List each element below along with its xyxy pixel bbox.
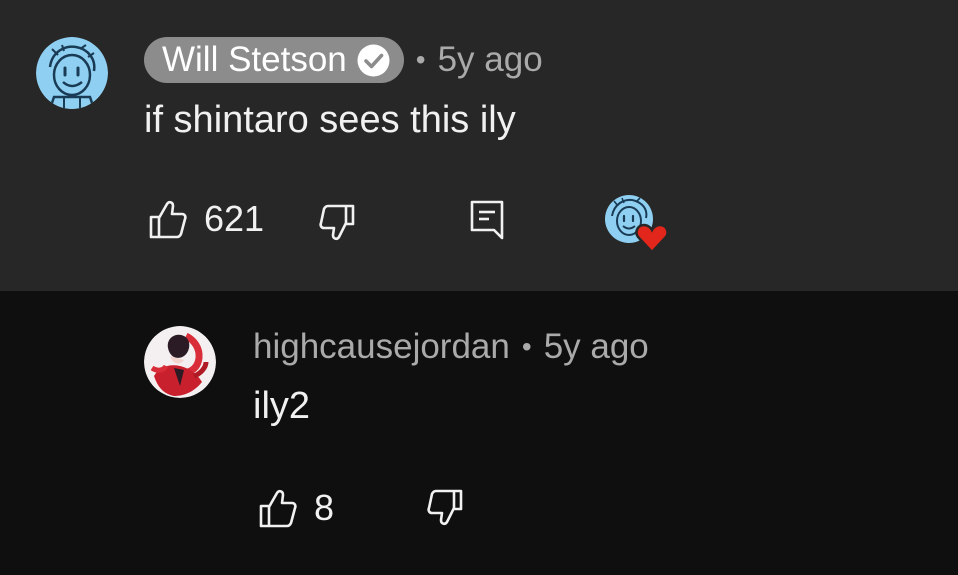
reply-comment: highcausejordan • 5y ago ily2 8	[0, 291, 958, 575]
reply-comment-avatar[interactable]	[144, 326, 216, 398]
author-chip[interactable]: Will Stetson	[144, 37, 404, 83]
reply-comment-icon	[470, 200, 504, 240]
separator-dot: •	[521, 331, 532, 362]
top-comment-avatar[interactable]	[36, 37, 108, 109]
dislike-button[interactable]	[318, 203, 356, 241]
check-circle-icon	[357, 44, 390, 77]
thumb-up-icon	[149, 200, 187, 239]
top-comment-header: Will Stetson • 5y ago	[144, 37, 543, 83]
hearted-by-creator-icon	[605, 195, 669, 254]
separator-dot: •	[415, 44, 426, 75]
reply-comment-header: highcausejordan • 5y ago	[253, 327, 649, 367]
comment-thread: Will Stetson • 5y ago if shintaro sees t…	[0, 0, 958, 575]
like-count: 621	[204, 198, 265, 239]
reply-like-count: 8	[314, 487, 335, 528]
comment-timestamp: 5y ago	[437, 40, 543, 79]
thumb-down-icon	[319, 204, 355, 241]
reply-button[interactable]	[470, 200, 504, 240]
reply-timestamp: 5y ago	[543, 327, 649, 366]
anime-character-avatar-icon	[144, 326, 216, 398]
thumb-down-icon	[427, 489, 463, 526]
like-button[interactable]: 621	[148, 198, 264, 240]
top-comment: Will Stetson • 5y ago if shintaro sees t…	[0, 0, 958, 291]
cartoon-face-avatar-icon	[36, 37, 108, 109]
thumb-up-icon	[259, 489, 297, 528]
comment-text: if shintaro sees this ily	[144, 99, 516, 141]
reply-author-name[interactable]: highcausejordan	[253, 327, 510, 367]
reply-like-button[interactable]: 8	[258, 487, 334, 529]
creator-heart-badge	[604, 194, 670, 254]
reply-dislike-button[interactable]	[426, 488, 464, 526]
author-name: Will Stetson	[162, 40, 347, 79]
reply-text: ily2	[253, 385, 311, 427]
